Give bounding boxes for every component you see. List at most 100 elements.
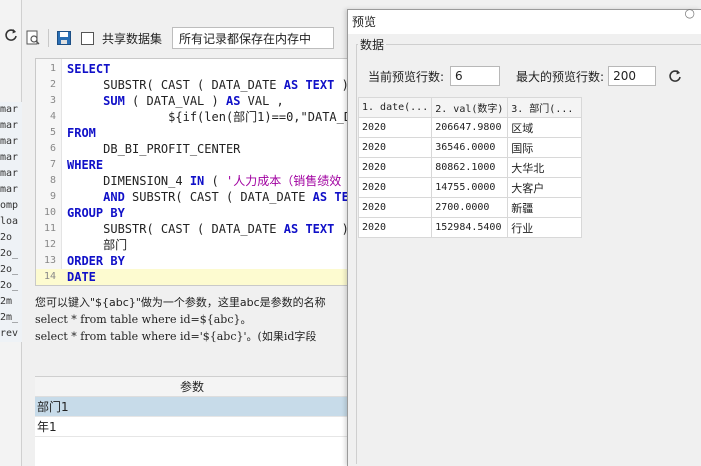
- line-number: 10: [43, 207, 56, 218]
- preview-title: 预览: [348, 10, 701, 34]
- code-line[interactable]: 1 SELECT: [36, 61, 348, 77]
- preview-window: ○ 预览 数据 当前预览行数: 6 最大的预览行数: 200 1. date(.…: [347, 6, 701, 466]
- code-text: DB_BI_PROFIT_CENTER: [67, 142, 241, 156]
- code-text: SUBSTR( CAST ( DATA_DATE AS TEXT ), 1: [67, 222, 349, 236]
- dataset-list-item[interactable]: 2o_: [0, 262, 22, 278]
- line-number: 6: [49, 143, 56, 154]
- line-number: 1: [49, 63, 56, 74]
- max-rows-input[interactable]: 200: [608, 66, 657, 86]
- dataset-list-item[interactable]: mar: [0, 102, 22, 118]
- table-cell: 2020: [357, 217, 433, 238]
- line-number: 14: [43, 271, 56, 282]
- code-line[interactable]: 7 WHERE: [36, 157, 348, 173]
- table-cell: 新疆: [507, 197, 583, 218]
- refresh-preview-icon[interactable]: [668, 69, 682, 83]
- code-line[interactable]: 14 DATE: [36, 269, 348, 285]
- parameter-row[interactable]: 年1: [35, 417, 349, 437]
- code-line[interactable]: 5 FROM: [36, 125, 348, 141]
- dataset-list-item[interactable]: mar: [0, 182, 22, 198]
- code-line[interactable]: 2 SUBSTR( CAST ( DATA_DATE AS TEXT ), 1: [36, 77, 349, 93]
- code-text: DIMENSION_4 IN ( '人力成本（销售绩效: [67, 174, 342, 188]
- dataset-list-item[interactable]: 2m_: [0, 310, 22, 326]
- current-rows-input[interactable]: 6: [450, 66, 501, 86]
- preview-page-icon[interactable]: [24, 29, 42, 47]
- parameter-table: 参数 部门1 年1: [35, 376, 349, 466]
- code-text: GROUP BY: [67, 206, 125, 220]
- code-line[interactable]: 12 部门: [36, 237, 348, 253]
- table-cell: 80862.1000: [431, 157, 509, 178]
- parameter-header: 参数: [35, 377, 349, 397]
- window-corner-icon: ○: [684, 6, 695, 20]
- table-cell: 14755.0000: [431, 177, 509, 198]
- code-text: ${if(len(部门1)==0,"DATA_DI: [67, 110, 349, 124]
- dataset-list-item[interactable]: 2m: [0, 294, 22, 310]
- line-number: 8: [49, 175, 56, 186]
- line-number: 4: [49, 111, 56, 122]
- code-line[interactable]: 4 ${if(len(部门1)==0,"DATA_DI: [36, 109, 349, 125]
- code-line[interactable]: 13 ORDER BY: [36, 253, 348, 269]
- data-group-title: 数据: [358, 36, 387, 53]
- line-number: 12: [43, 239, 56, 250]
- dataset-list-item[interactable]: omp: [0, 198, 22, 214]
- code-line[interactable]: 10 GROUP BY: [36, 205, 348, 221]
- dataset-list-item[interactable]: mar: [0, 118, 22, 134]
- parameter-hint: 您可以键入"${abc}"做为一个参数，这里abc是参数的名称 select *…: [35, 294, 349, 372]
- hint-line-2: select * from table where id=${abc}。: [35, 313, 252, 326]
- code-line[interactable]: 3 SUM ( DATA_VAL ) AS VAL ,: [36, 93, 348, 109]
- hint-line-1: 您可以键入"${abc}"做为一个参数，这里abc是参数的名称: [35, 296, 326, 309]
- table-cell: 2700.0000: [431, 197, 509, 218]
- share-dataset-checkbox[interactable]: [81, 31, 94, 45]
- table-cell: 行业: [507, 217, 583, 238]
- preview-table: 1. date(... 2. val(数字) 3. 部门(... 2020 20664…: [357, 97, 583, 238]
- dataset-list-item[interactable]: mar: [0, 166, 22, 182]
- left-panel: mar mar mar mar mar mar omp loa 2o 2o_ 2o_ 2o_ 2m 2m_…: [0, 0, 22, 466]
- dataset-list-item[interactable]: mar: [0, 134, 22, 150]
- table-cell: 大华北: [507, 157, 583, 178]
- table-row[interactable]: 2020 206647.9800 区域: [357, 117, 583, 138]
- table-row[interactable]: 2020 2700.0000 新疆: [357, 197, 583, 218]
- line-number: 13: [43, 255, 56, 266]
- table-cell: 2020: [357, 197, 433, 218]
- refresh-icon[interactable]: [2, 26, 20, 44]
- code-text: SUBSTR( CAST ( DATA_DATE AS TEXT ), 1: [67, 78, 349, 92]
- code-line[interactable]: 6 DB_BI_PROFIT_CENTER: [36, 141, 348, 157]
- code-line[interactable]: 9 AND SUBSTR( CAST ( DATA_DATE AS TEXT: [36, 189, 349, 205]
- dataset-list[interactable]: mar mar mar mar mar mar omp loa 2o 2o_ 2o_ 2o_ 2m 2m_…: [0, 102, 22, 342]
- editor-toolbar: 共享数据集 所有记录都保存在内存中: [24, 26, 354, 50]
- table-cell: 国际: [507, 137, 583, 158]
- code-text: WHERE: [67, 158, 104, 172]
- table-row[interactable]: 2020 14755.0000 大客户: [357, 177, 583, 198]
- sql-editor[interactable]: 1 SELECT 2 SUBSTR( CAST ( DATA_DATE AS TEX…: [35, 58, 349, 286]
- table-cell: 2020: [357, 157, 433, 178]
- dataset-list-item[interactable]: rev: [0, 326, 22, 342]
- dataset-list-item[interactable]: 2o_: [0, 278, 22, 294]
- parameter-row[interactable]: 部门1: [35, 397, 349, 417]
- code-text: AND SUBSTR( CAST ( DATA_DATE AS TEXT: [103, 190, 349, 204]
- column-header[interactable]: 1. date(...: [357, 97, 433, 118]
- table-cell: 206647.9800: [431, 117, 509, 138]
- code-line[interactable]: 11 SUBSTR( CAST ( DATA_DATE AS TEXT ), 1: [36, 221, 349, 237]
- share-dataset-label: 共享数据集: [102, 31, 163, 46]
- table-cell: 2020: [357, 137, 433, 158]
- dataset-list-item[interactable]: 2o_: [0, 246, 22, 262]
- save-icon[interactable]: [55, 29, 73, 47]
- code-text: DATE: [67, 270, 96, 284]
- current-rows-label: 当前预览行数:: [368, 69, 445, 84]
- table-row[interactable]: 2020 36546.0000 国际: [357, 137, 583, 158]
- dataset-list-item[interactable]: mar: [0, 150, 22, 166]
- code-line[interactable]: 8 DIMENSION_4 IN ( '人力成本（销售绩效: [36, 173, 348, 189]
- code-text: 部门: [67, 238, 128, 252]
- line-number: 3: [49, 95, 56, 106]
- table-row[interactable]: 2020 80862.1000 大华北: [357, 157, 583, 178]
- column-header[interactable]: 2. val(数字): [431, 97, 509, 118]
- table-cell: 152984.5400: [431, 217, 509, 238]
- dataset-list-item[interactable]: loa: [0, 214, 22, 230]
- table-cell: 36546.0000: [431, 137, 509, 158]
- dataset-list-item[interactable]: 2o: [0, 230, 22, 246]
- line-number: 11: [43, 223, 56, 234]
- column-header[interactable]: 3. 部门(...: [507, 97, 583, 118]
- storage-mode-select[interactable]: 所有记录都保存在内存中: [172, 27, 335, 49]
- table-row[interactable]: 2020 152984.5400 行业: [357, 217, 583, 238]
- table-cell: 2020: [357, 177, 433, 198]
- line-number: 7: [49, 159, 56, 170]
